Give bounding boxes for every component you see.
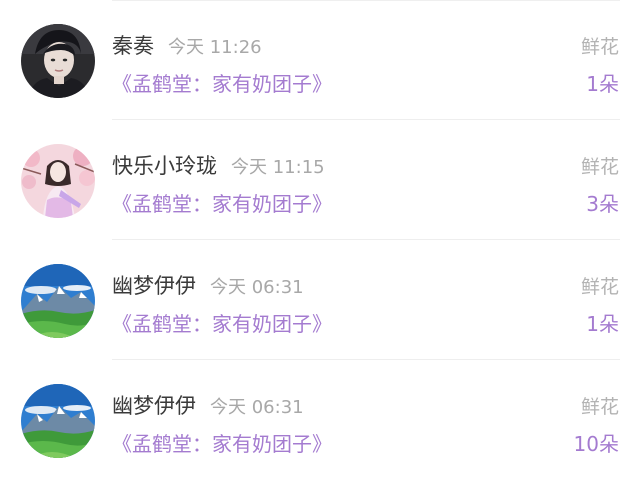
gift-type-label: 鲜花: [580, 156, 619, 178]
timestamp: 今天 11:15: [231, 157, 325, 178]
timestamp: 今天 11:26: [168, 37, 262, 58]
list-item[interactable]: 幽梦伊伊 今天 06:31 《孟鹤堂：家有奶团子》 鲜花 1朵: [0, 240, 640, 360]
book-title-link[interactable]: 《孟鹤堂：家有奶团子》: [112, 308, 332, 337]
gift-type-label: 鲜花: [580, 396, 619, 418]
avatar[interactable]: [21, 384, 95, 458]
user-name[interactable]: 秦奏 今天 11:26: [112, 30, 262, 60]
gift-count: 1朵: [586, 312, 619, 336]
timestamp: 今天 06:31: [210, 277, 304, 298]
user-name[interactable]: 幽梦伊伊 今天 06:31: [112, 390, 304, 420]
list-item[interactable]: 幽梦伊伊 今天 06:31 《孟鹤堂：家有奶团子》 鲜花 10朵: [0, 360, 640, 480]
book-title-link[interactable]: 《孟鹤堂：家有奶团子》: [112, 428, 332, 457]
gift-count: 3朵: [586, 192, 619, 216]
user-name[interactable]: 快乐小玲珑 今天 11:15: [112, 150, 325, 180]
gift-type-label: 鲜花: [580, 36, 619, 58]
gift-type-label: 鲜花: [580, 276, 619, 298]
avatar[interactable]: [21, 24, 95, 98]
avatar-portrait-girl-icon: [21, 144, 95, 218]
avatar[interactable]: [21, 144, 95, 218]
gift-count: 1朵: [586, 72, 619, 96]
gift-record-list: 秦奏 今天 11:26 《孟鹤堂：家有奶团子》 鲜花 1朵 快乐小玲珑 今天 11:…: [0, 0, 640, 492]
list-item[interactable]: 秦奏 今天 11:26 《孟鹤堂：家有奶团子》 鲜花 1朵: [0, 0, 640, 120]
book-title-link[interactable]: 《孟鹤堂：家有奶团子》: [112, 188, 332, 217]
avatar-portrait-boy-icon: [21, 24, 95, 98]
user-name[interactable]: 幽梦伊伊 今天 06:31: [112, 270, 304, 300]
avatar-mountain-landscape-icon: [21, 264, 95, 338]
list-item[interactable]: 快乐小玲珑 今天 11:15 《孟鹤堂：家有奶团子》 鲜花 3朵: [0, 120, 640, 240]
timestamp: 今天 06:31: [210, 397, 304, 418]
book-title-link[interactable]: 《孟鹤堂：家有奶团子》: [112, 68, 332, 97]
avatar[interactable]: [21, 264, 95, 338]
avatar-mountain-landscape-icon: [21, 384, 95, 458]
gift-count: 10朵: [573, 432, 619, 456]
